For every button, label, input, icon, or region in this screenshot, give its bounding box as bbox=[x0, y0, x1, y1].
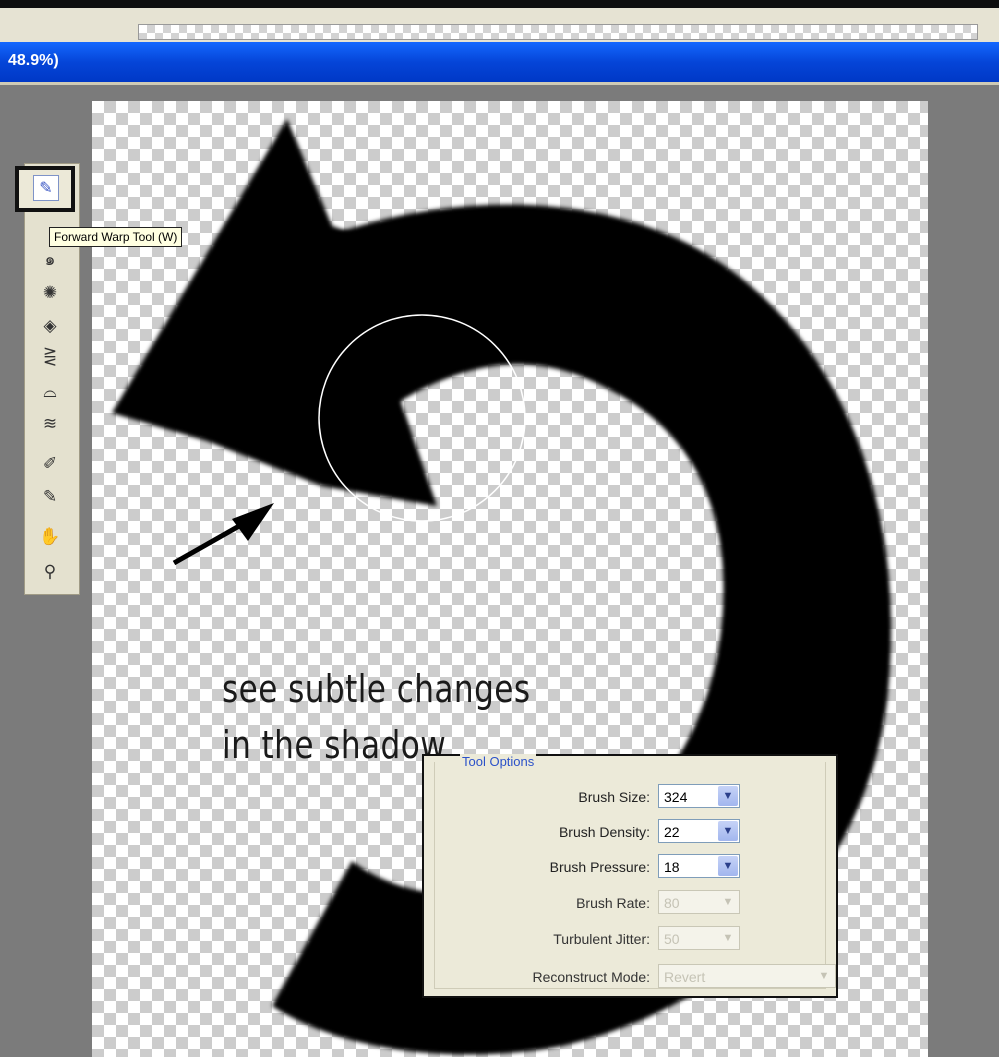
chevron-down-icon: ▼ bbox=[814, 966, 834, 986]
tool-options-legend: Tool Options bbox=[460, 754, 537, 769]
brush-size-field[interactable]: 324 ▼ bbox=[658, 784, 740, 808]
reconstruct-mode-value: Revert bbox=[664, 969, 706, 985]
turbulent-jitter-field: 50 ▼ bbox=[658, 926, 740, 950]
chevron-down-icon[interactable]: ▼ bbox=[718, 786, 738, 806]
annotation-arrow-head bbox=[232, 503, 274, 541]
turbulent-jitter-value: 50 bbox=[664, 931, 680, 947]
brush-rate-row: Brush Rate: 80 ▼ bbox=[424, 890, 836, 916]
chevron-down-icon[interactable]: ▼ bbox=[718, 821, 738, 841]
annotation-line-2: in the shadow bbox=[222, 723, 447, 767]
selected-tool-highlight[interactable]: ✎ bbox=[15, 166, 75, 212]
brush-pressure-label: Brush Pressure: bbox=[549, 859, 650, 875]
brush-rate-value: 80 bbox=[664, 895, 680, 911]
window-title: 48.9%) bbox=[8, 52, 59, 69]
chevron-down-icon[interactable]: ▼ bbox=[718, 856, 738, 876]
brush-pressure-row: Brush Pressure: 18 ▼ bbox=[424, 854, 836, 880]
arrow-head-shape bbox=[112, 119, 437, 506]
zoom-icon[interactable]: ⚲ bbox=[38, 560, 62, 584]
tool-tooltip: Forward Warp Tool (W) bbox=[49, 227, 183, 247]
hand-icon[interactable]: ✋ bbox=[38, 525, 62, 549]
brush-rate-field: 80 ▼ bbox=[658, 890, 740, 914]
brush-rate-label: Brush Rate: bbox=[576, 895, 650, 911]
reconstruct-mode-row: Reconstruct Mode: Revert ▼ bbox=[424, 964, 836, 990]
top-frame-edge bbox=[0, 0, 999, 8]
chevron-down-icon: ▼ bbox=[718, 892, 738, 912]
brush-density-row: Brush Density: 22 ▼ bbox=[424, 819, 836, 845]
thaw-mask-icon[interactable]: ✎ bbox=[38, 485, 62, 509]
brush-density-label: Brush Density: bbox=[558, 824, 650, 840]
push-left-icon[interactable]: ⋛ bbox=[38, 345, 62, 369]
turbulence-icon[interactable]: ≋ bbox=[38, 412, 62, 436]
brush-density-field[interactable]: 22 ▼ bbox=[658, 819, 740, 843]
bloat-icon[interactable]: ◈ bbox=[38, 314, 62, 338]
brush-pressure-field[interactable]: 18 ▼ bbox=[658, 854, 740, 878]
brush-size-row: Brush Size: 324 ▼ bbox=[424, 784, 836, 810]
horizontal-scrollbar[interactable] bbox=[138, 24, 978, 40]
twirl-icon[interactable]: ๑ bbox=[38, 247, 62, 271]
brush-size-label: Brush Size: bbox=[578, 789, 650, 805]
forward-warp-icon[interactable]: ✎ bbox=[33, 175, 59, 201]
window-chrome bbox=[0, 8, 999, 43]
turbulent-jitter-label: Turbulent Jitter: bbox=[553, 931, 650, 947]
mirror-icon[interactable]: ⌓ bbox=[38, 380, 62, 404]
reconstruct-mode-select: Revert ▼ bbox=[658, 964, 836, 988]
turbulent-jitter-row: Turbulent Jitter: 50 ▼ bbox=[424, 926, 836, 952]
window-titlebar[interactable]: 48.9%) bbox=[0, 42, 999, 85]
pucker-icon[interactable]: ✺ bbox=[38, 281, 62, 305]
chevron-down-icon: ▼ bbox=[718, 928, 738, 948]
brush-pressure-value[interactable]: 18 bbox=[664, 859, 680, 875]
tool-options-panel: Tool Options Brush Size: 324 ▼ Brush Den… bbox=[422, 754, 838, 998]
brush-density-value[interactable]: 22 bbox=[664, 824, 680, 840]
freeze-mask-icon[interactable]: ✐ bbox=[38, 452, 62, 476]
brush-size-value[interactable]: 324 bbox=[664, 789, 687, 805]
reconstruct-mode-label: Reconstruct Mode: bbox=[532, 969, 651, 985]
annotation-line-1: see subtle changes bbox=[222, 667, 531, 711]
